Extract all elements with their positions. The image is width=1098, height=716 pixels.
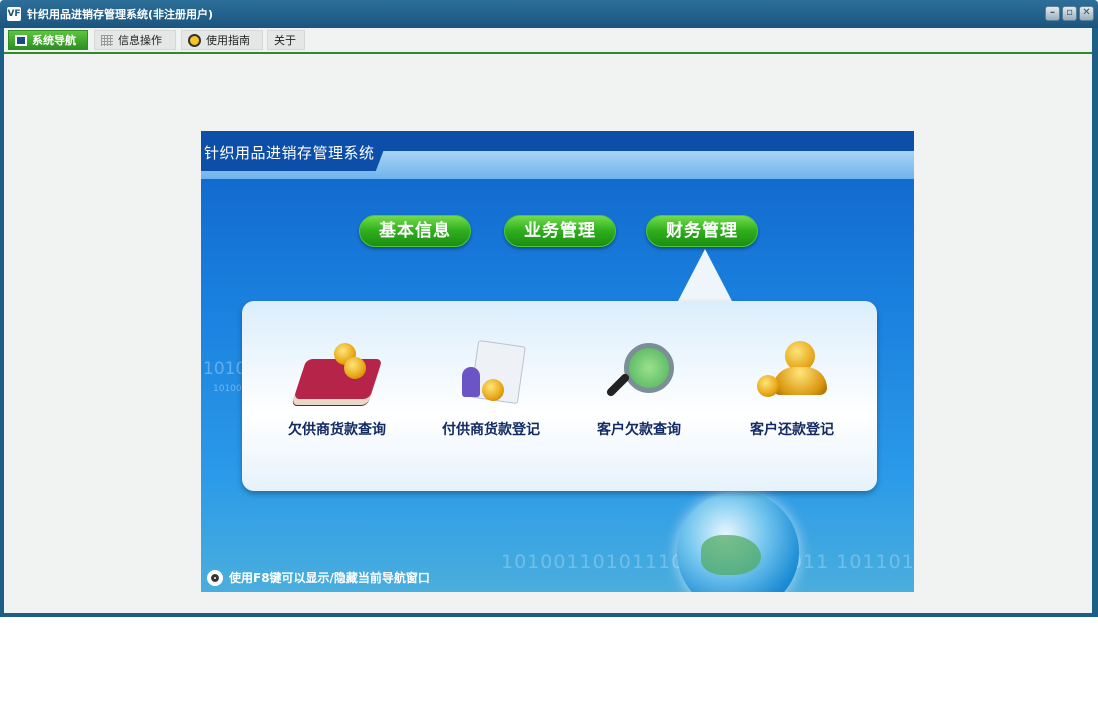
window-title: 针织用品进销存管理系统(非注册用户) [27,8,214,21]
function-card: 欠供商货款查询 付供商货款登记 客户欠款查询 客户还款登记 [242,301,877,491]
binary-watermark-left: 1010 [203,359,247,379]
grid-icon [101,34,113,46]
tab-label: 关于 [274,34,296,47]
tab-label: 信息操作 [118,34,162,47]
window-controls: – ▫ ✕ [1045,6,1094,21]
guide-icon [188,33,201,47]
title-bar[interactable]: VF 针织用品进销存管理系统(非注册用户) – ▫ ✕ [0,0,1098,28]
globe-image [677,491,799,592]
tab-system-nav[interactable]: 系统导航 [8,30,88,50]
category-finance-button[interactable]: 财务管理 [646,215,758,247]
nav-title: 针织用品进销存管理系统 [204,144,375,162]
tab-user-guide[interactable]: 使用指南 [181,30,263,50]
monitor-icon [15,34,27,46]
func-customer-repayment-register[interactable]: 客户还款登记 [717,339,867,439]
func-label: 客户还款登记 [750,422,834,438]
tab-info-ops[interactable]: 信息操作 [94,30,176,50]
eye-icon [207,569,223,586]
func-label: 付供商货款登记 [442,422,540,438]
func-customer-debt-query[interactable]: 客户欠款查询 [564,339,714,439]
func-label: 客户欠款查询 [597,422,681,438]
app-window: VF 针织用品进销存管理系统(非注册用户) – ▫ ✕ 系统导航 信息操作 使用… [0,0,1098,617]
func-label: 欠供商货款查询 [288,422,386,438]
restore-button[interactable]: ▫ [1062,6,1077,21]
magnifier-dollar-icon [594,339,684,409]
tab-about[interactable]: 关于 [267,30,305,50]
close-button[interactable]: ✕ [1079,6,1094,21]
f8-hint: 使用F8键可以显示/隐藏当前导航窗口 [207,569,430,586]
minimize-button[interactable]: – [1045,6,1060,21]
gold-person-icon [747,339,837,409]
category-basic-info-button[interactable]: 基本信息 [359,215,471,247]
card-pointer [677,249,733,303]
func-supplier-payment-register[interactable]: 付供商货款登记 [416,339,566,439]
client-area: 系统导航 信息操作 使用指南 关于 针织用品进销存管理系统 1010 10100… [4,28,1092,613]
hint-text: 使用F8键可以显示/隐藏当前导航窗口 [229,571,430,585]
book-coins-icon [292,339,383,409]
tab-bar: 系统导航 信息操作 使用指南 关于 [4,28,1092,54]
navigation-panel: 针织用品进销存管理系统 1010 10100 10100110101110 10… [201,131,914,592]
app-icon: VF [7,7,21,21]
category-business-button[interactable]: 业务管理 [504,215,616,247]
func-supplier-debt-query[interactable]: 欠供商货款查询 [262,339,412,439]
binary-watermark-left-small: 10100 [213,384,242,394]
tab-label: 系统导航 [32,34,76,47]
tab-label: 使用指南 [206,34,250,47]
paper-coins-icon [446,339,536,409]
